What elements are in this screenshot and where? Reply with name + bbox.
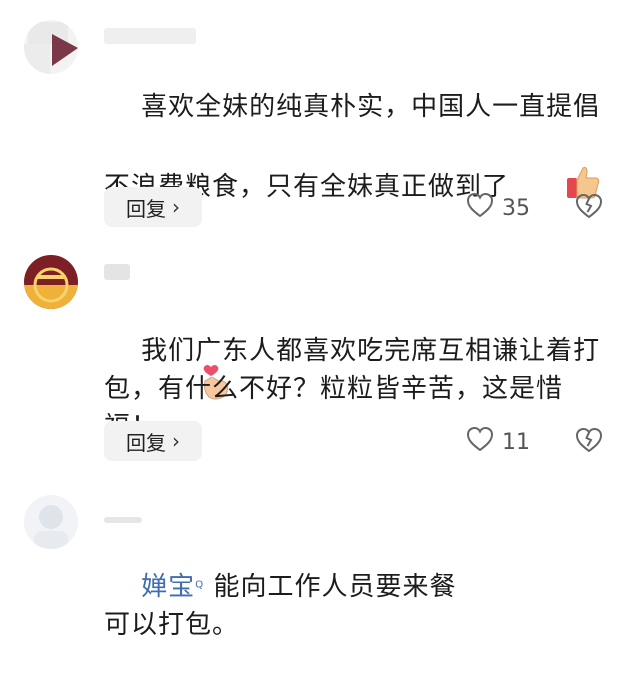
comment-3: 婵宝ꟴ 能向工作人员要来餐可以打包。 (0, 475, 640, 640)
broken-heart-icon (575, 193, 603, 219)
like-count: 35 (502, 195, 530, 221)
thumbs-up-emoji (509, 126, 601, 249)
reply-button[interactable]: 回复 › (104, 187, 202, 227)
text-fade-overlay (440, 527, 640, 567)
like-button[interactable]: 11 (466, 426, 530, 458)
reply-username[interactable]: 婵宝 (141, 572, 195, 602)
avatar[interactable] (24, 495, 78, 549)
search-icon: ꟴ (195, 577, 205, 596)
comment-text-line2: 可以打包。 (104, 610, 240, 640)
comment-1: 喜欢全妹的纯真朴实，中国人一直提倡不浪费粮食，只有全妹真正做到了 回复 › 35 (0, 0, 640, 400)
reply-label: 回复 (126, 196, 166, 221)
chevron-right-icon: › (172, 195, 180, 219)
heart-outline-icon (466, 192, 494, 224)
comment-2: 我们广东人都喜欢吃完席互相谦让着打包，有什么不好？粒粒皆辛苦，这是惜福！ 回复 … (0, 240, 640, 475)
reply-label: 回复 (126, 430, 166, 455)
comment-text-line1: 能向工作人员要来餐 (204, 572, 457, 602)
like-button[interactable]: 35 (466, 192, 530, 224)
avatar[interactable] (24, 20, 78, 74)
avatar[interactable] (24, 255, 78, 309)
username[interactable] (104, 264, 130, 280)
like-count: 11 (502, 429, 530, 455)
username[interactable] (104, 28, 196, 44)
chevron-right-icon: › (172, 429, 180, 453)
dislike-button[interactable] (574, 191, 604, 221)
dislike-button[interactable] (574, 425, 604, 455)
username[interactable] (104, 517, 142, 523)
broken-heart-icon (575, 427, 603, 453)
heart-outline-icon (466, 426, 494, 458)
reply-button[interactable]: 回复 › (104, 421, 202, 461)
